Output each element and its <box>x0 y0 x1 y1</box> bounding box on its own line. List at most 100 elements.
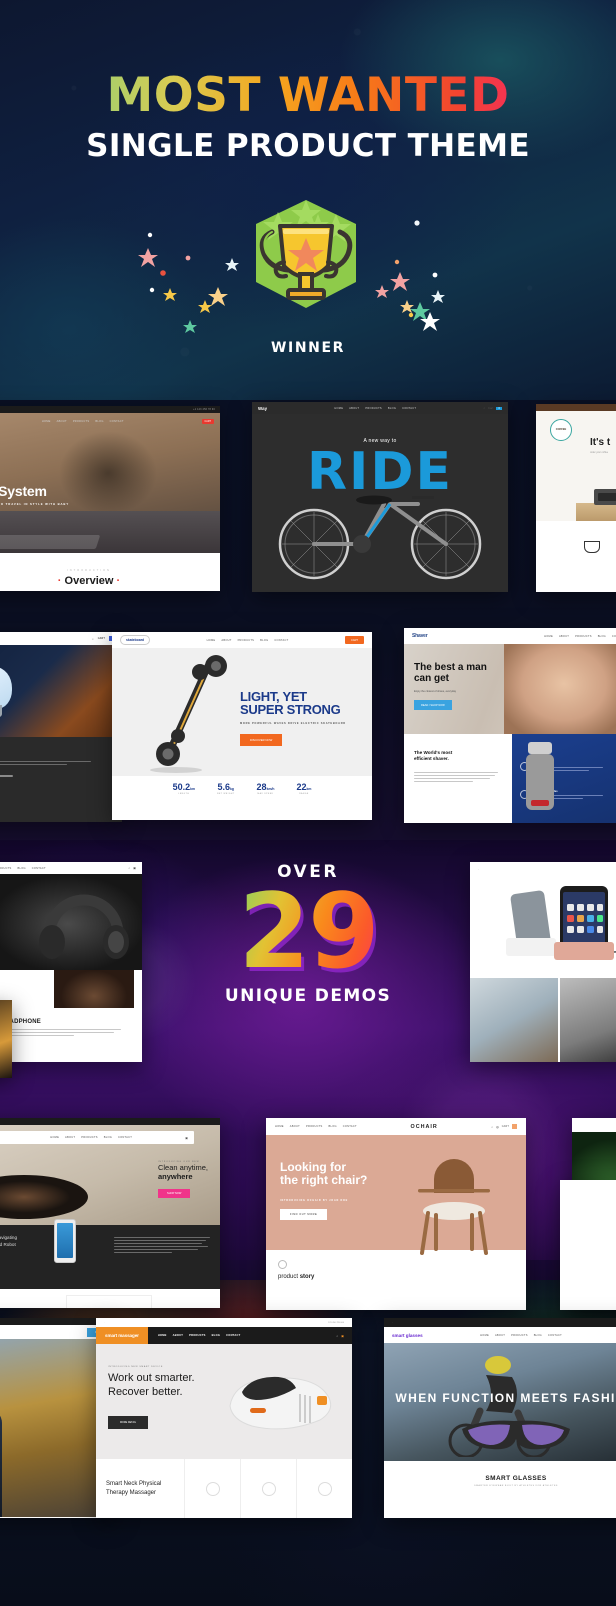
subheadline: order your coffee <box>590 451 609 454</box>
thumbnail-shaver-demo[interactable]: Shaver HOME ABOUT PRODUCTS BLOG CONTACT … <box>404 628 616 823</box>
cart-icon[interactable]: ▣ <box>185 1136 188 1140</box>
battery-icon <box>261 1481 276 1496</box>
nav-links[interactable]: HOME ABOUT PRODUCTS BLOG CONTACT <box>0 867 46 870</box>
navbar: ⌕ CART <box>0 632 122 645</box>
headline-line2: avel System <box>0 482 47 499</box>
feature-heading: The World's most efficient shaver. <box>414 750 453 761</box>
shop-now-button[interactable]: READ / SHOP NOW <box>414 700 452 710</box>
menu-icon[interactable]: · <box>478 867 479 871</box>
stats-row: 50.2km LENGTH 5.6kg NET WEIGHT 28km/h MA… <box>112 776 372 820</box>
cart-icon[interactable]: ▣ <box>133 866 136 870</box>
hero-copy: INTRODUCING OUR NEW Clean anytime, anywh… <box>157 1161 208 1199</box>
logo[interactable] <box>550 419 572 441</box>
overview-title: · Overview · <box>57 575 121 587</box>
sunglasses-illustration <box>462 1420 570 1450</box>
topbar-phone: 123 456 789 000 <box>328 1321 344 1324</box>
shop-now-button[interactable]: SHOP NOW <box>157 1189 191 1198</box>
logo[interactable]: smart massager <box>96 1327 148 1344</box>
hero-photo <box>470 876 616 978</box>
stat-item: 28km/h MAX SPEED <box>256 782 275 795</box>
demo-count: 29 <box>200 881 416 984</box>
more-detail-button[interactable]: MORE DETAIL <box>108 1416 149 1429</box>
search-icon[interactable]: ⌕ <box>336 1334 338 1338</box>
feature-section: The Ultimate Navigating Wi-Fi Connected … <box>0 1219 220 1289</box>
logo[interactable]: Way <box>258 406 267 411</box>
cart-button[interactable]: CART <box>344 636 364 644</box>
hero-photo: vacuumcleaner HOME ABOUT PRODUCTS BLOG C… <box>0 1125 220 1225</box>
scooter-illustration <box>150 655 227 773</box>
nav-links[interactable]: HOME ABOUT PRODUCTS BLOG CONTACT <box>207 639 289 642</box>
model-silhouette <box>0 1409 2 1517</box>
logo[interactable]: smart glasses <box>392 1333 423 1338</box>
thumbnail-smart-bulb-demo[interactable]: ⌕ CART Bright <box>0 632 122 822</box>
cart-icon[interactable]: ▣ <box>341 1334 344 1338</box>
subheadline: UN FOR WISH TO TRAVEL IN STYLE WITH BABY <box>0 502 70 507</box>
model-photo <box>504 644 616 734</box>
headline: Looking for the right chair? <box>280 1160 368 1188</box>
navbar: vacuumcleaner HOME ABOUT PRODUCTS BLOG C… <box>0 1131 194 1144</box>
charger-illustration <box>506 886 616 960</box>
thumbnail-stroller-demo[interactable]: +1 123 456 78 90 HOME ABOUT PRODUCTS BLO… <box>0 406 220 591</box>
hero-stage: LIGHT, YET SUPER STRONG MORE POWERFUL WA… <box>112 648 372 776</box>
nav-links[interactable]: HOME ABOUT PRODUCTS BLOG CONTACT <box>334 407 416 410</box>
thumbnail-glasses-demo[interactable]: · · smart glasses HOME ABOUT PRODUCTS BL… <box>384 1318 616 1518</box>
thumbnail-headphone-demo[interactable]: HOME ABOUT PRODUCTS BLOG CONTACT ⌕ ▣ EAR… <box>0 862 142 1062</box>
nav-icons[interactable]: ⌕ ▣ <box>336 1334 344 1338</box>
hero-stage: INTRODUCING NEW SMART DEVICE Work out sm… <box>96 1344 352 1459</box>
headphone-illustration <box>39 894 129 959</box>
thumbnail-massager-demo[interactable]: · 123 456 789 000 smart massager HOME AB… <box>96 1318 352 1518</box>
gallery-item[interactable] <box>560 978 616 1062</box>
page-title: MOST WANTED <box>0 68 616 123</box>
clock-prop <box>594 489 616 505</box>
thumbnail-bike-demo[interactable]: Way HOME ABOUT PRODUCTS BLOG CONTACT ⌕ C… <box>252 402 508 592</box>
headline: It's t <box>590 437 611 448</box>
search-icon[interactable]: ⌕ <box>92 637 94 641</box>
nav-links[interactable]: HOME ABOUT PRODUCTS BLOG CONTACT <box>50 1136 132 1139</box>
trophy-icon <box>248 196 364 316</box>
search-icon[interactable]: ⌕ <box>483 406 485 410</box>
cart-button[interactable]: CART <box>201 418 214 424</box>
nav-links[interactable]: HOME ABOUT PRODUCTS BLOG CONTACT <box>480 1334 562 1337</box>
thumbnail-headphone-sidecard[interactable] <box>0 1000 12 1078</box>
nav-icons[interactable]: ⌕ ▣ <box>128 866 136 870</box>
nav-icons[interactable]: ⌕ ◍ CART <box>491 1124 517 1129</box>
nav-links[interactable]: HOME ABOUT PRODUCTS BLOG CONTACT <box>544 635 616 638</box>
search-icon[interactable]: ⌕ <box>128 866 130 870</box>
feature-icon-cell <box>185 1459 241 1518</box>
cart-button[interactable]: CART <box>98 637 105 640</box>
gallery-item[interactable] <box>470 978 558 1062</box>
foot-line1: Smart Neck Physical <box>106 1481 162 1488</box>
feature-section: Bright <box>0 737 122 822</box>
massager-illustration <box>229 1376 332 1430</box>
search-icon[interactable]: ⌕ <box>491 1125 493 1129</box>
topbar <box>0 1118 220 1125</box>
nav-links[interactable]: HOME ABOUT PRODUCTS BLOG CONTACT <box>42 420 124 423</box>
find-out-more-button[interactable]: FIND OUT MORE <box>280 1209 328 1220</box>
navbar: smart glasses HOME ABOUT PRODUCTS BLOG C… <box>384 1327 616 1343</box>
cart-label[interactable]: Cart <box>488 407 493 410</box>
nav-links[interactable]: HOME ABOUT PRODUCTS BLOG CONTACT <box>275 1125 357 1128</box>
nav-links[interactable]: HOME ABOUT PRODUCTS BLOG CONTACT <box>158 1334 337 1337</box>
story-title: product story <box>278 1274 315 1280</box>
logo[interactable]: OCHAIR <box>411 1124 438 1130</box>
features-row: Smart Neck Physical Therapy Massager <box>96 1459 352 1518</box>
headline: Work out smarter. Recover better. <box>108 1372 195 1398</box>
desk-decoration <box>576 503 616 521</box>
product-section <box>536 521 616 585</box>
thumbnail-scooter-demo[interactable]: skateboard HOME ABOUT PRODUCTS BLOG CONT… <box>112 632 372 820</box>
logo[interactable]: skateboard <box>120 635 151 645</box>
cart-label[interactable]: CART <box>502 1125 509 1128</box>
nav-icons[interactable]: ⌕ Cart 0 <box>483 406 502 410</box>
user-icon[interactable]: ◍ <box>496 1125 499 1129</box>
logo[interactable]: Shaver <box>412 633 428 639</box>
cart-count-badge <box>512 1124 517 1129</box>
thumbnail-vacuum-demo[interactable]: vacuumcleaner HOME ABOUT PRODUCTS BLOG C… <box>0 1118 220 1308</box>
hero-section: It's t order your coffee <box>536 411 616 521</box>
thumbnail-sliver-card[interactable] <box>560 1180 616 1310</box>
thumbnail-chair-demo[interactable]: HOME ABOUT PRODUCTS BLOG CONTACT OCHAIR … <box>266 1118 526 1310</box>
thumbnail-charger-demo[interactable]: · charger <box>470 862 616 1062</box>
headline: WHEN FUNCTION MEETS FASHION <box>395 1391 616 1405</box>
gallery-grid <box>470 978 616 1062</box>
thumbnail-coffee-demo[interactable]: It's t order your coffee <box>536 404 616 592</box>
discover-button[interactable]: DISCOVER NOW <box>240 734 283 746</box>
